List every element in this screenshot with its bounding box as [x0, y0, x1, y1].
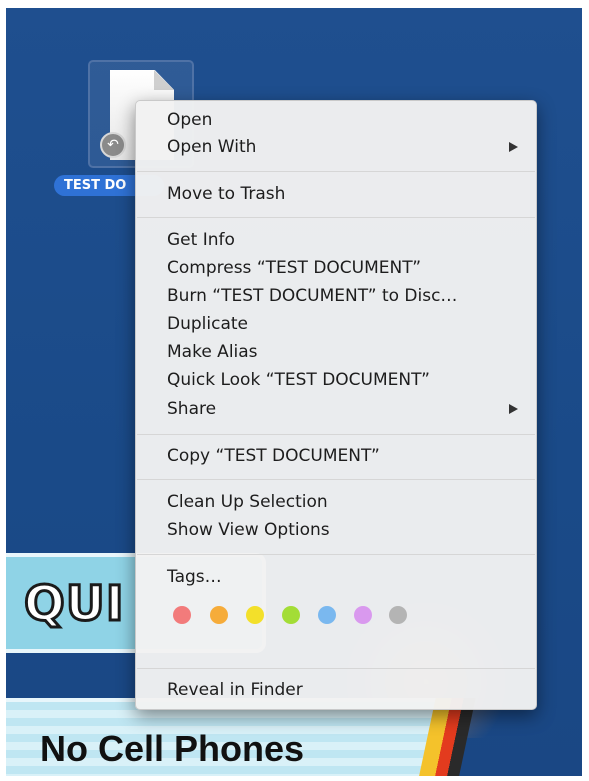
menu-item-tags[interactable]: Tags… — [167, 565, 518, 589]
submenu-arrow-icon — [509, 404, 518, 414]
menu-item-burn[interactable]: Burn “TEST DOCUMENT” to Disc… — [167, 284, 518, 308]
menu-item-label: Copy “TEST DOCUMENT” — [167, 446, 380, 466]
menu-item-label: Move to Trash — [167, 184, 286, 204]
tag-green-icon[interactable] — [282, 606, 300, 624]
menu-item-label: Compress “TEST DOCUMENT” — [167, 258, 422, 278]
tag-blue-icon[interactable] — [318, 606, 336, 624]
menu-item-duplicate[interactable]: Duplicate — [167, 312, 518, 336]
page-fold-icon — [154, 70, 174, 90]
menu-item-open[interactable]: Open — [167, 108, 518, 132]
submenu-arrow-icon — [509, 142, 518, 152]
menu-item-make-alias[interactable]: Make Alias — [167, 340, 518, 364]
menu-separator — [137, 434, 535, 435]
menu-item-move-to-trash[interactable]: Move to Trash — [167, 182, 518, 206]
menu-item-clean-up-selection[interactable]: Clean Up Selection — [167, 490, 518, 514]
tag-orange-icon[interactable] — [210, 606, 228, 624]
menu-separator — [137, 217, 535, 218]
menu-item-share[interactable]: Share — [167, 397, 518, 421]
tag-yellow-icon[interactable] — [246, 606, 264, 624]
menu-item-label: Burn “TEST DOCUMENT” to Disc… — [167, 286, 458, 306]
menu-item-label: Make Alias — [167, 342, 258, 362]
menu-item-label: Show View Options — [167, 520, 330, 540]
menu-item-label: Open — [167, 110, 213, 130]
menu-separator — [137, 479, 535, 480]
context-menu: Open Open With Move to Trash Get Info Co… — [135, 100, 537, 710]
background-sign-lower-text: No Cell Phones — [40, 728, 305, 769]
menu-item-open-with[interactable]: Open With — [167, 135, 518, 159]
menu-item-label: Duplicate — [167, 314, 248, 334]
menu-item-label: Open With — [167, 137, 257, 157]
menu-item-label: Get Info — [167, 230, 235, 250]
tag-gray-icon[interactable] — [389, 606, 407, 624]
menu-separator — [137, 668, 535, 669]
menu-item-copy[interactable]: Copy “TEST DOCUMENT” — [167, 444, 518, 468]
menu-item-get-info[interactable]: Get Info — [167, 228, 518, 252]
menu-item-label: Quick Look “TEST DOCUMENT” — [167, 370, 430, 390]
menu-separator — [137, 171, 535, 172]
background-sign-text: QUI — [23, 575, 126, 634]
menu-item-label: Tags… — [167, 567, 222, 587]
menu-item-quick-look[interactable]: Quick Look “TEST DOCUMENT” — [167, 368, 518, 392]
alias-arrow-icon: ↶ — [100, 132, 126, 158]
menu-item-label: Reveal in Finder — [167, 680, 303, 700]
menu-item-reveal-in-finder[interactable]: Reveal in Finder — [167, 678, 518, 702]
menu-separator — [137, 554, 535, 555]
tag-red-icon[interactable] — [173, 606, 191, 624]
menu-item-label: Share — [167, 399, 217, 419]
tag-purple-icon[interactable] — [354, 606, 372, 624]
menu-item-label: Clean Up Selection — [167, 492, 328, 512]
menu-item-compress[interactable]: Compress “TEST DOCUMENT” — [167, 256, 518, 280]
menu-item-show-view-options[interactable]: Show View Options — [167, 518, 518, 542]
